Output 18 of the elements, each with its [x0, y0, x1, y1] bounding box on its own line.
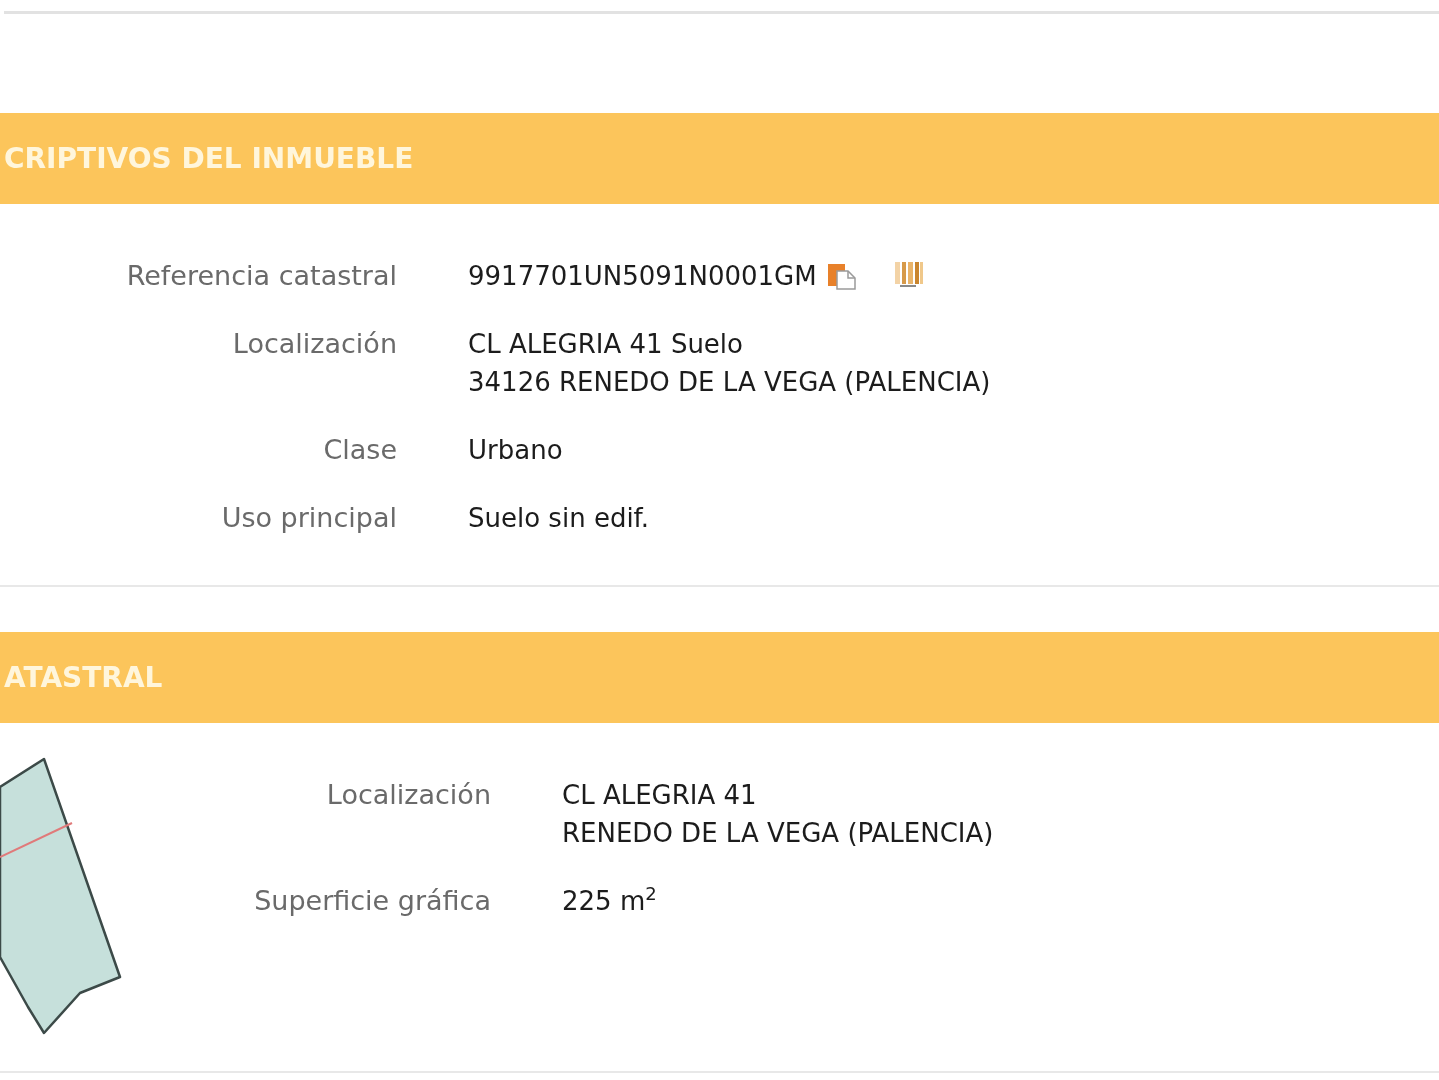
field-value: RENEDO DE LA VEGA (PALENCIA) [562, 817, 994, 850]
field-label: Referencia catastral [125, 259, 397, 293]
field-label: Clase [322, 433, 397, 467]
copy-icon[interactable] [826, 262, 857, 290]
field-value: CL ALEGRIA 41 Suelo [468, 328, 743, 361]
section-title: ATASTRAL [3, 661, 163, 694]
field-label: Uso principal [220, 501, 397, 535]
field-value: Suelo sin edif. [468, 502, 650, 535]
field-label: Localización [231, 327, 397, 361]
field-value: 9917701UN5091N0001GM [468, 260, 817, 293]
field-label: Superficie gráfica [253, 884, 491, 918]
field-label: Localización [325, 778, 491, 812]
field-value: Urbano [468, 434, 563, 467]
field-value: CL ALEGRIA 41 [562, 779, 757, 812]
field-value: 225 m$^{2}$ [562, 882, 657, 918]
section-title: CRIPTIVOS DEL INMUEBLE [3, 142, 414, 175]
field-value: 34126 RENEDO DE LA VEGA (PALENCIA) [468, 366, 991, 399]
barcode-icon[interactable] [893, 260, 924, 288]
